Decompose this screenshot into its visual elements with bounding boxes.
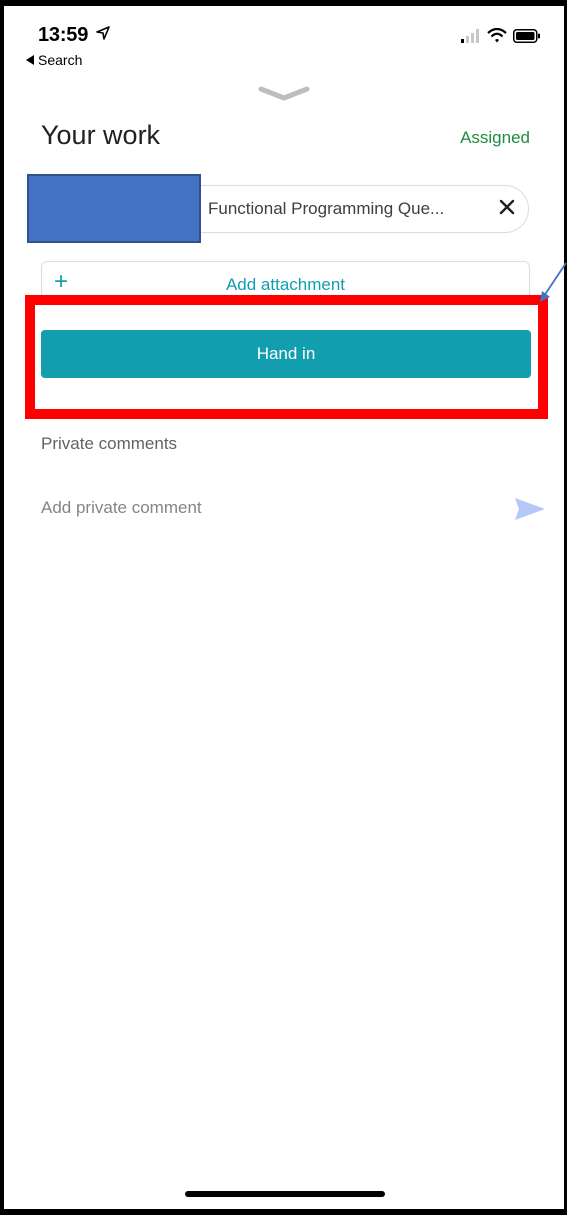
signal-icon — [461, 28, 479, 43]
back-triangle-icon — [26, 55, 34, 65]
battery-icon — [513, 28, 540, 43]
status-time: 13:59 — [38, 24, 110, 47]
attachment-chip-label: Functional Programming Que... — [208, 199, 445, 218]
status-icons — [461, 28, 541, 43]
chevron-down-icon[interactable] — [258, 86, 310, 102]
page-title: Your work — [41, 120, 161, 150]
private-comments-heading: Private comments — [41, 434, 178, 453]
private-comment-input[interactable] — [41, 494, 501, 522]
home-indicator[interactable] — [185, 1191, 385, 1197]
wifi-icon — [487, 28, 507, 43]
close-icon[interactable] — [496, 196, 518, 218]
annotation-arrow-icon — [540, 262, 567, 302]
redaction-box — [27, 174, 201, 243]
status-label: Assigned — [460, 128, 530, 147]
hand-in-button[interactable]: Hand in — [41, 330, 531, 378]
location-arrow-icon — [95, 26, 110, 40]
add-attachment-label: Add attachment — [225, 275, 346, 294]
back-to-search[interactable]: Search — [26, 52, 82, 68]
send-icon[interactable] — [513, 496, 547, 522]
